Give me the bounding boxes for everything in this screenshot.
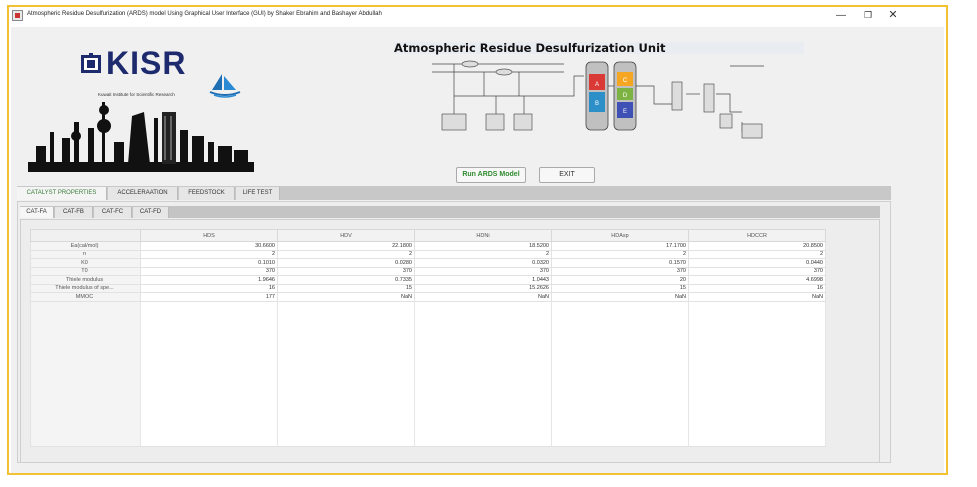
- table-row: T0 370 370 370 370 370: [30, 266, 826, 276]
- column-header[interactable]: HDV: [277, 229, 415, 242]
- city-skyline-image: [28, 102, 254, 172]
- process-flow-diagram: A B C D E: [432, 60, 764, 139]
- column-header[interactable]: HDS: [140, 229, 278, 242]
- tab-life-test[interactable]: LIFE TEST: [236, 187, 280, 200]
- table-cell[interactable]: 16: [140, 283, 278, 293]
- table-cell[interactable]: 0.0280: [277, 258, 415, 268]
- column-header[interactable]: HDAsp: [551, 229, 689, 242]
- tab-cat-fa[interactable]: CAT-FA: [20, 207, 54, 218]
- table-cell[interactable]: 370: [414, 266, 552, 276]
- minimize-button[interactable]: —: [828, 8, 854, 23]
- window-title: Atmospheric Residue Desulfurization (ARD…: [27, 11, 382, 17]
- table-empty-space: [30, 300, 826, 447]
- table-cell[interactable]: 20: [551, 275, 689, 285]
- row-header-empty: [30, 300, 141, 447]
- reactor-label-d: D: [623, 93, 628, 99]
- tab-acceleration[interactable]: ACCELERAATION: [108, 187, 178, 200]
- table-row: n 2 2 2 2 2: [30, 249, 826, 259]
- table-cell[interactable]: NaN: [414, 292, 552, 302]
- sail-icon: [209, 74, 241, 98]
- tab-cat-fc[interactable]: CAT-FC: [94, 207, 132, 218]
- table-cell[interactable]: 17.1700: [551, 241, 689, 251]
- run-ards-model-button[interactable]: Run ARDS Model: [456, 167, 526, 183]
- table-cell[interactable]: 370: [688, 266, 826, 276]
- row-header: MMOC: [30, 292, 141, 302]
- table-cell[interactable]: 0.0440: [688, 258, 826, 268]
- table-row: Thiele modulus of spe... 16 15 15.2626 1…: [30, 283, 826, 293]
- table-cell[interactable]: 370: [277, 266, 415, 276]
- table-cell[interactable]: 0.1570: [551, 258, 689, 268]
- table-cell[interactable]: 1.0443: [414, 275, 552, 285]
- table-row: Ea(cal/mol) 30.6600 22.1800 18.5200 17.1…: [30, 241, 826, 251]
- table-cell[interactable]: 18.5200: [414, 241, 552, 251]
- kisr-logo-text: KISR: [106, 45, 187, 81]
- table-empty-cell: [688, 300, 826, 447]
- row-header: K0: [30, 258, 141, 268]
- table-cell[interactable]: 15.2626: [414, 283, 552, 293]
- column-header[interactable]: HDNi: [414, 229, 552, 242]
- table-cell[interactable]: 2: [551, 249, 689, 259]
- table-cell[interactable]: NaN: [688, 292, 826, 302]
- tab-catalyst-properties[interactable]: CATALYST PROPERTIES: [17, 187, 107, 200]
- table-cell[interactable]: 0.0320: [414, 258, 552, 268]
- table-cell[interactable]: 2: [414, 249, 552, 259]
- diagram-title: Atmospheric Residue Desulfurization Unit: [394, 42, 804, 54]
- table-header-row: HDS HDV HDNi HDAsp HDCCR: [30, 229, 826, 242]
- tab-feedstock[interactable]: FEEDSTOCK: [179, 187, 235, 200]
- row-header: Thiele modulus: [30, 275, 141, 285]
- table-cell[interactable]: 1.9646: [140, 275, 278, 285]
- row-header: n: [30, 249, 141, 259]
- reactor-label-c: C: [623, 78, 628, 84]
- row-header: T0: [30, 266, 141, 276]
- table-cell[interactable]: 4.6998: [688, 275, 826, 285]
- maximize-button[interactable]: ❐: [855, 8, 881, 23]
- table-empty-cell: [414, 300, 552, 447]
- table-row: MMOC 177 NaN NaN NaN NaN: [30, 292, 826, 302]
- table-cell[interactable]: 370: [140, 266, 278, 276]
- reactor-label-a: A: [595, 82, 599, 88]
- row-header: Ea(cal/mol): [30, 241, 141, 251]
- table-empty-cell: [140, 300, 278, 447]
- table-cell[interactable]: 2: [688, 249, 826, 259]
- table-cell[interactable]: 22.1800: [277, 241, 415, 251]
- app-icon: [12, 10, 23, 21]
- table-cell[interactable]: 16: [688, 283, 826, 293]
- table-row: K0 0.1010 0.0280 0.0320 0.1570 0.0440: [30, 258, 826, 268]
- title-bar: Atmospheric Residue Desulfurization (ARD…: [9, 7, 946, 25]
- table-cell[interactable]: 2: [140, 249, 278, 259]
- reactor-label-e: E: [623, 109, 627, 115]
- table-cell[interactable]: NaN: [551, 292, 689, 302]
- row-header: Thiele modulus of spe...: [30, 283, 141, 293]
- table-cell[interactable]: 0.1010: [140, 258, 278, 268]
- table-cell[interactable]: 370: [551, 266, 689, 276]
- reactor-label-b: B: [595, 101, 599, 107]
- close-button[interactable]: ✕: [880, 8, 906, 23]
- table-cell[interactable]: 30.6600: [140, 241, 278, 251]
- table-empty-cell: [277, 300, 415, 447]
- table-corner-header: [30, 229, 141, 242]
- table-cell[interactable]: 177: [140, 292, 278, 302]
- table-cell[interactable]: 2: [277, 249, 415, 259]
- catalyst-data-table[interactable]: HDS HDV HDNi HDAsp HDCCR Ea(cal/mol) 30.…: [30, 229, 826, 447]
- table-cell[interactable]: 0.7335: [277, 275, 415, 285]
- exit-button[interactable]: EXIT: [539, 167, 595, 183]
- table-cell[interactable]: NaN: [277, 292, 415, 302]
- kisr-subtitle: Kuwait Institute for Scientific Research: [98, 92, 175, 97]
- table-cell[interactable]: 15: [551, 283, 689, 293]
- tab-cat-fd[interactable]: CAT-FD: [133, 207, 169, 218]
- kisr-emblem-icon: [81, 53, 101, 73]
- column-header[interactable]: HDCCR: [688, 229, 826, 242]
- table-cell[interactable]: 20.8500: [688, 241, 826, 251]
- tab-cat-fb[interactable]: CAT-FB: [55, 207, 93, 218]
- table-empty-cell: [551, 300, 689, 447]
- table-cell[interactable]: 15: [277, 283, 415, 293]
- table-row: Thiele modulus 1.9646 0.7335 1.0443 20 4…: [30, 275, 826, 285]
